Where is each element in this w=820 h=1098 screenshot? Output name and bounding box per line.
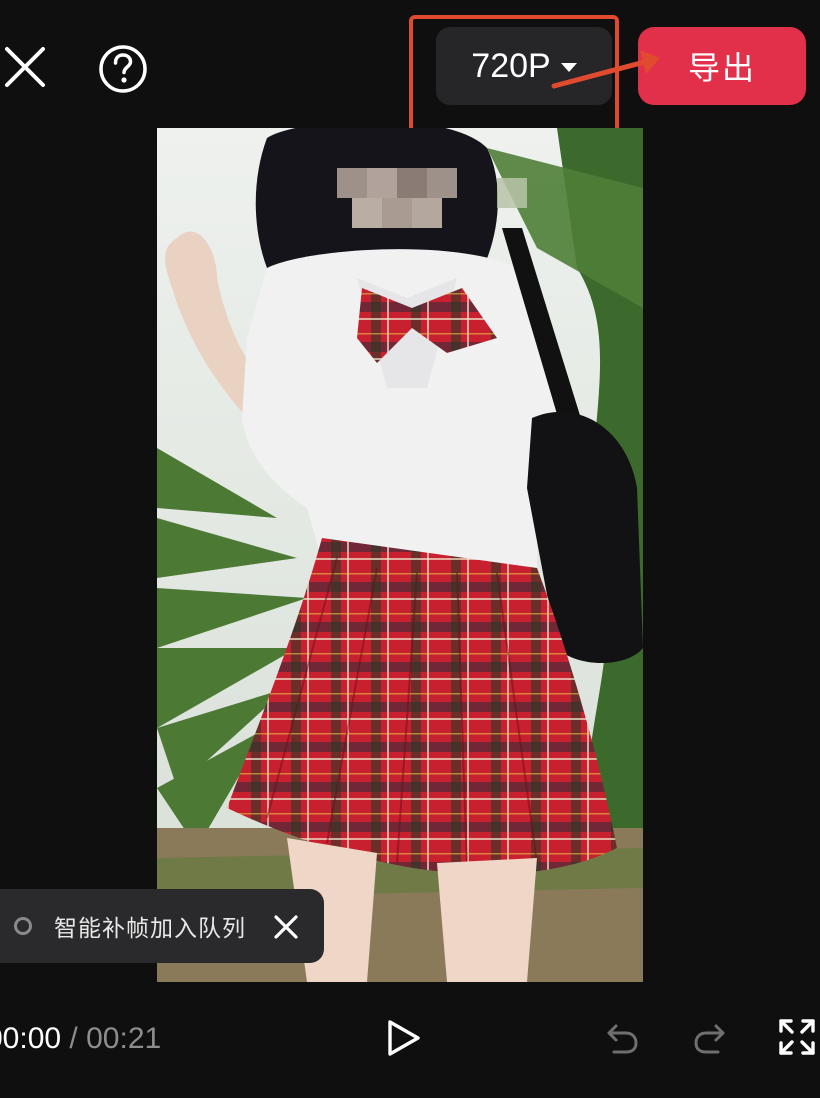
fullscreen-icon[interactable] <box>778 1018 816 1056</box>
close-icon[interactable] <box>2 44 48 90</box>
resolution-label: 720P <box>471 46 551 85</box>
playback-bar: 00:00 / 00:21 <box>0 1000 820 1080</box>
toast-close-icon[interactable] <box>272 913 300 941</box>
total-time: 00:21 <box>86 1022 162 1055</box>
time-separator: / <box>69 1022 78 1055</box>
video-preview[interactable] <box>157 128 643 982</box>
toast-message: 智能补帧加入队列 <box>54 916 246 942</box>
video-frame-image <box>157 128 643 982</box>
caret-down-icon <box>560 62 577 72</box>
undo-icon[interactable] <box>604 1020 640 1056</box>
top-toolbar: 720P 导出 <box>0 0 820 145</box>
resolution-dropdown[interactable]: 720P <box>436 27 612 105</box>
loading-spinner-icon <box>14 917 32 935</box>
interpolation-toast: 智能补帧加入队列 <box>0 889 324 963</box>
play-icon[interactable] <box>384 1018 424 1058</box>
export-button[interactable]: 导出 <box>638 27 806 105</box>
time-display: 00:00 / 00:21 <box>0 1022 161 1056</box>
current-time: 00:00 <box>0 1022 62 1055</box>
redo-icon[interactable] <box>692 1020 728 1056</box>
help-icon[interactable] <box>98 44 148 94</box>
export-label: 导出 <box>687 49 756 87</box>
